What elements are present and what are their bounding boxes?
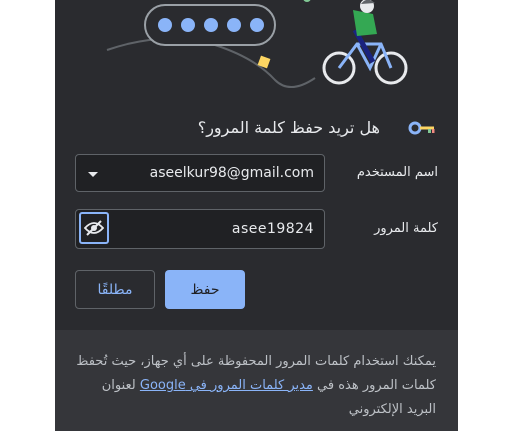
password-label: كلمة المرور — [374, 221, 438, 236]
save-button[interactable]: حفظ — [165, 270, 245, 309]
save-password-bubble: هل تريد حفظ كلمة المرور؟ اسم المستخدم as… — [55, 0, 458, 431]
footer-text: يمكنك استخدام كلمات المرور المحفوظة على … — [76, 350, 436, 422]
dialog-footer: يمكنك استخدام كلمات المرور المحفوظة على … — [55, 330, 458, 431]
username-select[interactable]: aseelkur98@gmail.com — [75, 154, 325, 192]
chevron-down-icon[interactable] — [88, 172, 98, 177]
username-value: aseelkur98@gmail.com — [149, 165, 314, 181]
username-label: اسم المستخدم — [356, 165, 438, 180]
password-manager-link[interactable]: مدير كلمات المرور في Google — [140, 378, 313, 393]
never-button[interactable]: مطلقًا — [75, 270, 155, 309]
password-value: asee19824 — [231, 221, 314, 237]
password-illustration — [106, 0, 408, 88]
key-icon — [408, 121, 435, 135]
password-field[interactable]: asee19824 — [75, 209, 325, 249]
eye-off-icon[interactable] — [79, 212, 109, 244]
dialog-title: هل تريد حفظ كلمة المرور؟ — [197, 118, 380, 137]
